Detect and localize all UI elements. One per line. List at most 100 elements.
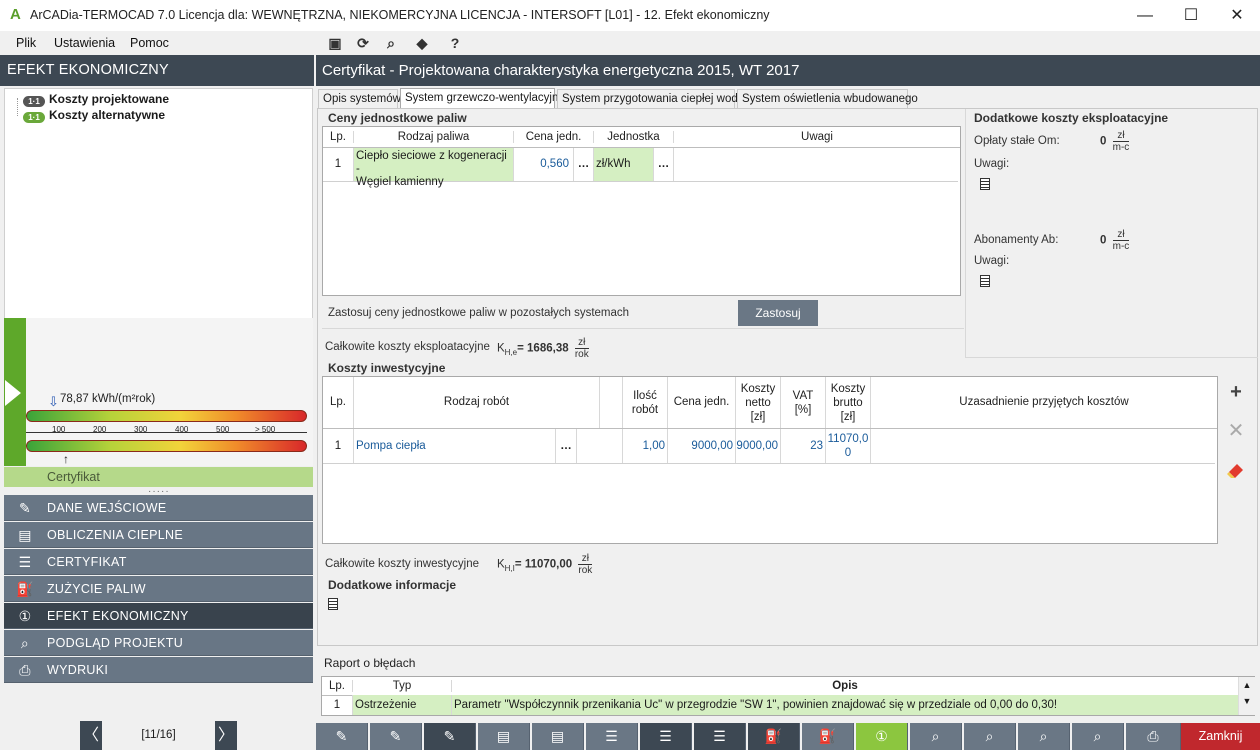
list-icon[interactable]: ☰ xyxy=(586,723,638,750)
preview-icon[interactable]: ⌕ xyxy=(910,723,962,750)
cell-vat[interactable]: 23 xyxy=(781,429,826,463)
unit-den: m-c xyxy=(1112,241,1130,252)
next-page-button[interactable]: 〉 xyxy=(215,721,237,750)
edit-document-icon[interactable]: ✎ xyxy=(370,723,422,750)
table-row[interactable]: 1 Pompa ciepła … 1,00 9000,00 9000,00 23… xyxy=(323,429,1215,464)
investment-title: Koszty inwestycyjne xyxy=(328,361,446,375)
cell-justification[interactable] xyxy=(871,429,1215,463)
tab-system-grzewczo-wentylacyjny[interactable]: System grzewczo-wentylacyjny xyxy=(400,88,564,108)
nav-obliczenia-cieplne[interactable]: ▤ OBLICZENIA CIEPLNE xyxy=(4,522,313,548)
report-scrollbar[interactable]: ▲ ▼ xyxy=(1238,677,1255,715)
tab-system-oswietlenia[interactable]: System oświetlenia wbudowanego xyxy=(737,89,918,108)
amount: = 1686,38 xyxy=(517,342,569,355)
help-icon[interactable]: ? xyxy=(446,35,464,51)
printer-icon[interactable]: ⎙ xyxy=(1126,723,1181,750)
table-row[interactable]: 1 Ostrzeżenie Parametr "Współczynnik prz… xyxy=(322,695,1238,715)
tree-item-label: Koszty alternatywne xyxy=(49,108,166,122)
cell-lp: 1 xyxy=(323,148,354,181)
eraser-icon[interactable] xyxy=(1225,458,1247,480)
certificate-icon: ☰ xyxy=(18,554,32,570)
header-line: [zł] xyxy=(840,411,856,423)
printer-icon: ⎙ xyxy=(19,662,31,678)
edit-active-icon[interactable]: ✎ xyxy=(424,723,476,750)
note-icon[interactable] xyxy=(980,275,990,287)
cell-notes[interactable] xyxy=(674,148,958,181)
menu-plik[interactable]: Plik xyxy=(16,36,36,50)
save-icon[interactable]: ▣ xyxy=(326,35,344,51)
additional-costs-title: Dodatkowe koszty eksploatacyjne xyxy=(974,111,1169,125)
note-icon[interactable] xyxy=(328,598,338,610)
nav-zuzycie-paliw[interactable]: ⛽ ZUŻYCIE PALIW xyxy=(4,576,313,602)
cell-price[interactable]: 0,560 xyxy=(514,148,574,181)
preview-3-icon[interactable]: ⌕ xyxy=(1018,723,1070,750)
page-navigator: 〈 [11/16] 〉 xyxy=(80,721,237,750)
unit-dots-button[interactable]: … xyxy=(654,148,674,181)
nav-efekt-ekonomiczny[interactable]: ① EFEKT EKONOMICZNY xyxy=(4,603,313,629)
close-button[interactable]: Zamknij xyxy=(1181,723,1260,750)
amount: 0 xyxy=(1100,234,1107,247)
cell-fuel-type[interactable]: Ciepło sieciowe z kogeneracji - Węgiel k… xyxy=(354,148,514,188)
nav-dane-wejsciowe[interactable]: ✎ DANE WEJŚCIOWE xyxy=(4,495,313,521)
subscription-value[interactable]: 0 zł m-c xyxy=(1100,229,1130,252)
calculation-icon: ▤ xyxy=(18,527,32,543)
scroll-down-icon[interactable]: ▼ xyxy=(1239,693,1255,709)
tab-system-cieplej-wody[interactable]: System przygotowania ciepłej wody xyxy=(557,89,744,108)
cell-price[interactable]: 9000,00 xyxy=(668,429,736,463)
menu-pomoc[interactable]: Pomoc xyxy=(130,36,169,50)
fuel-prices-grid: Lp. Rodzaj paliwa Cena jedn. Jednostka U… xyxy=(322,126,961,296)
preview-2-icon[interactable]: ⌕ xyxy=(964,723,1016,750)
nav-label: EFEKT EKONOMICZNY xyxy=(47,609,189,623)
work-dots-button[interactable]: … xyxy=(556,429,577,463)
close-window-button[interactable]: ✕ xyxy=(1214,0,1260,31)
gross-line: 11070,0 xyxy=(827,433,869,445)
fuel-prices-title: Ceny jednostkowe paliw xyxy=(328,111,467,125)
col-rodzaj-robot: Rodzaj robót xyxy=(354,377,600,428)
table-row[interactable]: 1 Ciepło sieciowe z kogeneracji - Węgiel… xyxy=(323,148,958,188)
cell-work[interactable]: Pompa ciepła xyxy=(354,429,556,463)
cell-unit[interactable]: zł/kWh xyxy=(594,148,654,181)
note-icon[interactable] xyxy=(980,178,990,190)
delete-icon[interactable]: ✕ xyxy=(1225,420,1247,442)
list-3-icon[interactable]: ☰ xyxy=(694,723,746,750)
menu-ustawienia[interactable]: Ustawienia xyxy=(54,36,115,50)
subscription-label: Abonamenty Ab: xyxy=(974,234,1059,246)
additional-info-title: Dodatkowe informacje xyxy=(328,578,457,592)
energy-scale-ticks: 100 200 300 400 500 > 500 xyxy=(26,422,307,440)
add-icon[interactable]: + xyxy=(1225,381,1247,403)
preview-4-icon[interactable]: ⌕ xyxy=(1072,723,1124,750)
tick-label: 100 xyxy=(52,425,66,434)
search-document-icon[interactable]: ⌕ xyxy=(382,35,400,51)
scenario-icon: 1·1 xyxy=(23,112,45,123)
fixed-fees-value[interactable]: 0 zł m-c xyxy=(1100,130,1130,153)
refresh-icon[interactable]: ⟳ xyxy=(354,35,372,51)
fuel-can-2-icon[interactable]: ⛽ xyxy=(802,723,854,750)
tree-item-koszty-alternatywne[interactable]: 1·1 Koszty alternatywne xyxy=(23,108,165,124)
economic-effect-icon[interactable]: ① xyxy=(856,723,908,750)
apply-button[interactable]: Zastosuj xyxy=(738,300,818,326)
fuel-can-icon[interactable]: ⛽ xyxy=(748,723,800,750)
tab-opis-systemow[interactable]: Opis systemów xyxy=(318,89,401,108)
col-koszty-brutto: Koszty brutto [zł] xyxy=(826,377,871,428)
scroll-up-icon[interactable]: ▲ xyxy=(1239,677,1255,693)
nav-podglad-projektu[interactable]: ⌕ PODGLĄD PROJEKTU xyxy=(4,630,313,656)
cell-net: 9000,00 xyxy=(736,429,781,463)
nav-label: CERTYFIKAT xyxy=(47,555,127,569)
tree-item-koszty-projektowane[interactable]: 1·1 Koszty projektowane xyxy=(23,92,169,108)
unit-fraction: zł rok xyxy=(578,553,593,576)
table-2-icon[interactable]: ▤ xyxy=(532,723,584,750)
nav-certyfikat[interactable]: ☰ CERTYFIKAT xyxy=(4,549,313,575)
price-dots-button[interactable]: … xyxy=(574,148,594,181)
nav-wydruki[interactable]: ⎙ WYDRUKI xyxy=(4,657,313,683)
minimize-button[interactable]: — xyxy=(1122,0,1168,31)
table-icon[interactable]: ▤ xyxy=(478,723,530,750)
prev-page-button[interactable]: 〈 xyxy=(80,721,102,750)
symbol-k: K xyxy=(497,558,505,571)
library-icon[interactable]: ◆ xyxy=(413,35,431,51)
edit-input-icon[interactable]: ✎ xyxy=(316,723,368,750)
energy-scale-bar-top xyxy=(26,410,307,422)
maximize-button[interactable]: ☐ xyxy=(1168,0,1214,31)
cell-qty[interactable]: 1,00 xyxy=(623,429,668,463)
tick-label: 200 xyxy=(93,425,107,434)
list-2-icon[interactable]: ☰ xyxy=(640,723,692,750)
nav-label: ZUŻYCIE PALIW xyxy=(47,582,146,596)
